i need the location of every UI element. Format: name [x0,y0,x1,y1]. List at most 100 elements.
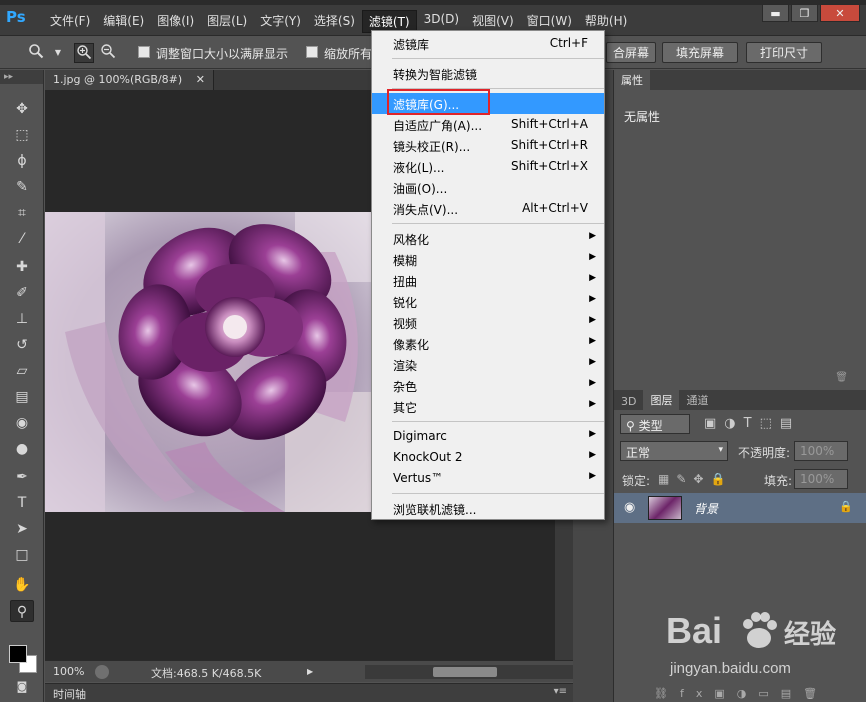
lock-icons[interactable]: ▦✎✥🔒 [658,472,732,486]
timeline-panel-bar[interactable]: 时间轴 ▾≡ [45,683,573,702]
clone-stamp-tool-icon[interactable]: ⊥ [10,308,34,330]
zoom-out-icon[interactable] [98,43,118,63]
tool-preset-dropdown-icon[interactable]: ▼ [48,43,68,63]
document-tab[interactable]: 1.jpg @ 100%(RGB/8#) ✕ [45,70,214,90]
layer-name[interactable]: 背景 [694,500,718,517]
filter-menu-item[interactable]: 消失点(V)... Alt+Ctrl+V [372,198,604,219]
properties-trash-icon[interactable]: 🗑 [835,372,848,383]
filter-menu-item-label: 杂色 [393,380,418,394]
history-brush-tool-icon[interactable]: ↺ [10,334,34,356]
eyedropper-tool-icon[interactable]: ⁄ [10,228,34,250]
layer-footer-icons[interactable]: ⛓fx▣◑▭▤🗑 [654,687,829,700]
hand-tool-icon[interactable]: ✋ [10,574,34,596]
layer-row-background[interactable]: ◉ 背景 🔒 [614,493,866,523]
brush-tool-icon[interactable]: ✐ [10,282,34,304]
filter-menu-item[interactable]: 模糊 ▶ [372,249,604,270]
zoom-tool-selected-icon[interactable]: ⚲ [10,600,34,622]
layers-panel-tab[interactable]: 3D [614,393,644,410]
pen-tool-icon[interactable]: ✒ [10,466,34,488]
horizontal-scrollbar[interactable] [365,665,585,679]
foreground-color-swatch[interactable] [9,645,27,663]
layer-lock-icon: 🔒 [839,500,853,513]
move-tool-icon[interactable]: ✥ [10,98,34,120]
dodge-tool-icon[interactable]: ● [10,438,34,460]
healing-brush-tool-icon[interactable]: ✚ [10,256,34,278]
filter-menu-item[interactable]: 油画(O)... [372,177,604,198]
menu-item[interactable]: 编辑(E) [97,10,150,33]
resize-windows-checkbox[interactable] [138,46,150,58]
menu-item[interactable]: 图像(I) [151,10,200,33]
visibility-eye-icon[interactable]: ◉ [624,500,635,515]
layer-kind-filter[interactable]: ⚲ 类型 [620,414,690,434]
layers-tabs: 3D 图层 通道 [614,390,866,410]
filter-menu-item[interactable]: 转换为智能滤镜 [372,63,604,84]
paw-logo-icon [743,612,777,648]
filter-menu-item[interactable]: 杂色 ▶ [372,375,604,396]
minimize-button[interactable]: ▬ [762,4,789,22]
filter-menu-item-shortcut: Shift+Ctrl+X [511,159,588,173]
zoom-in-icon[interactable] [74,43,94,63]
filter-menu-item-label: 风格化 [393,233,430,247]
filter-menu-item-shortcut: Alt+Ctrl+V [522,201,588,215]
crop-tool-icon[interactable]: ⌗ [10,202,34,224]
fill-field[interactable]: 100% [794,469,848,489]
gradient-tool-icon[interactable]: ▤ [10,386,34,408]
filter-menu-item[interactable]: Digimarc ▶ [372,426,604,447]
submenu-arrow-icon: ▶ [589,378,596,388]
rectangle-tool-icon[interactable]: □ [10,544,34,566]
filter-menu-item[interactable]: 镜头校正(R)... Shift+Ctrl+R [372,135,604,156]
status-info-icon[interactable] [95,665,109,679]
filter-menu-item[interactable]: 浏览联机滤镜... [372,498,604,519]
zoom-level[interactable]: 100% [53,665,84,678]
tab-properties[interactable]: 属性 [614,70,650,90]
type-tool-icon[interactable]: T [10,492,34,514]
filter-menu-item[interactable]: Vertus™ ▶ [372,468,604,489]
lasso-tool-icon[interactable]: ϕ [10,150,34,172]
timeline-menu-icon[interactable]: ▾≡ [554,686,567,697]
menu-item[interactable]: 图层(L) [201,10,253,33]
canvas-image[interactable] [45,212,371,512]
submenu-arrow-icon: ▶ [589,294,596,304]
layer-thumbnail [648,496,682,520]
filter-menu-item[interactable]: 锐化 ▶ [372,291,604,312]
filter-menu-item[interactable]: 扭曲 ▶ [372,270,604,291]
path-selection-tool-icon[interactable]: ➤ [10,518,34,540]
filter-menu-item[interactable]: 像素化 ▶ [372,333,604,354]
opacity-field[interactable]: 100% [794,441,848,461]
maximize-button[interactable]: ❐ [791,4,818,22]
layer-filter-icons[interactable]: ▣◑T⬚▤ [704,416,800,431]
quick-mask-icon[interactable]: ◙ [10,676,34,698]
filter-menu-item[interactable]: 滤镜库 Ctrl+F [372,33,604,54]
filter-menu-item[interactable]: 视频 ▶ [372,312,604,333]
horizontal-scroll-thumb[interactable] [433,667,497,677]
filter-menu-item[interactable]: 其它 ▶ [372,396,604,417]
blend-mode-select[interactable]: 正常 ▾ [620,441,728,461]
menu-separator [392,421,604,422]
blur-tool-icon[interactable]: ◉ [10,412,34,434]
zoom-tool-icon[interactable] [26,43,46,63]
fill-screen-button[interactable]: 填充屏幕 [662,42,738,63]
filter-menu-item[interactable]: 液化(L)... Shift+Ctrl+X [372,156,604,177]
fit-screen-button[interactable]: 合屏幕 [606,42,656,63]
close-tab-icon[interactable]: ✕ [196,73,205,86]
marquee-tool-icon[interactable]: ⬚ [10,124,34,146]
filter-menu-item[interactable]: 自适应广角(A)... Shift+Ctrl+A [372,114,604,135]
filter-menu-item[interactable]: 渲染 ▶ [372,354,604,375]
close-button[interactable]: ✕ [820,4,860,22]
menu-item[interactable]: 文字(Y) [254,10,307,33]
status-menu-arrow-icon[interactable]: ▶ [307,667,313,676]
layers-panel-tab[interactable]: 图层 [643,390,680,410]
layers-panel-tab[interactable]: 通道 [679,390,716,410]
zoom-all-checkbox[interactable] [306,46,318,58]
filter-menu-item[interactable]: 风格化 ▶ [372,228,604,249]
menu-item[interactable]: 选择(S) [308,10,361,33]
properties-panel: 属性 无属性 🗑 [613,70,866,390]
eraser-tool-icon[interactable]: ▱ [10,360,34,382]
title-strip [0,0,866,5]
window-controls: ▬ ❐ ✕ [760,4,860,22]
tools-panel-header[interactable]: ▸▸ [0,70,43,84]
menu-item[interactable]: 文件(F) [44,10,96,33]
quick-selection-tool-icon[interactable]: ✎ [10,176,34,198]
print-size-button[interactable]: 打印尺寸 [746,42,822,63]
filter-menu-item[interactable]: KnockOut 2 ▶ [372,447,604,468]
